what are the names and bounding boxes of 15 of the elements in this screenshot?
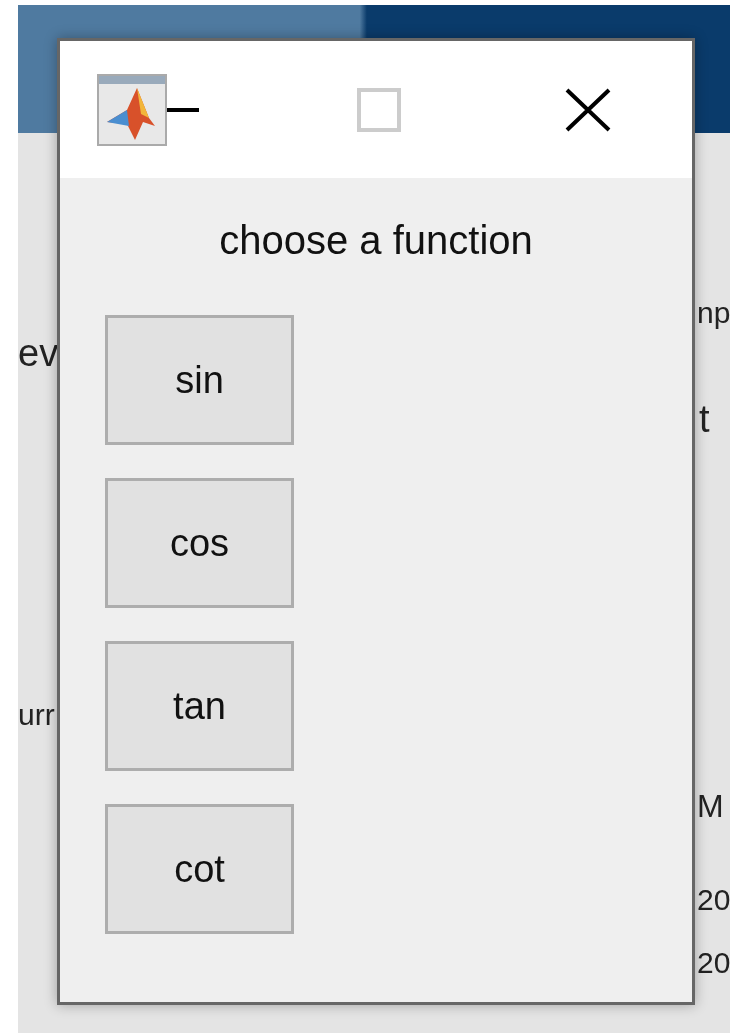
minimize-icon[interactable]	[167, 107, 199, 112]
prompt-text: choose a function	[218, 218, 534, 262]
background-text: 20	[697, 948, 730, 978]
background-text: t	[699, 400, 710, 438]
background-text: urr	[18, 700, 55, 730]
background-text: M	[697, 790, 724, 822]
function-button[interactable]: tan	[105, 641, 294, 771]
close-icon[interactable]	[565, 87, 611, 132]
background-text: np	[697, 298, 730, 328]
background-text: ev	[18, 334, 59, 372]
function-button[interactable]: cot	[105, 804, 294, 934]
function-button[interactable]: sin	[105, 315, 294, 445]
background-text: 20	[697, 885, 730, 915]
function-button[interactable]: cos	[105, 478, 294, 608]
app-icon	[97, 73, 167, 146]
